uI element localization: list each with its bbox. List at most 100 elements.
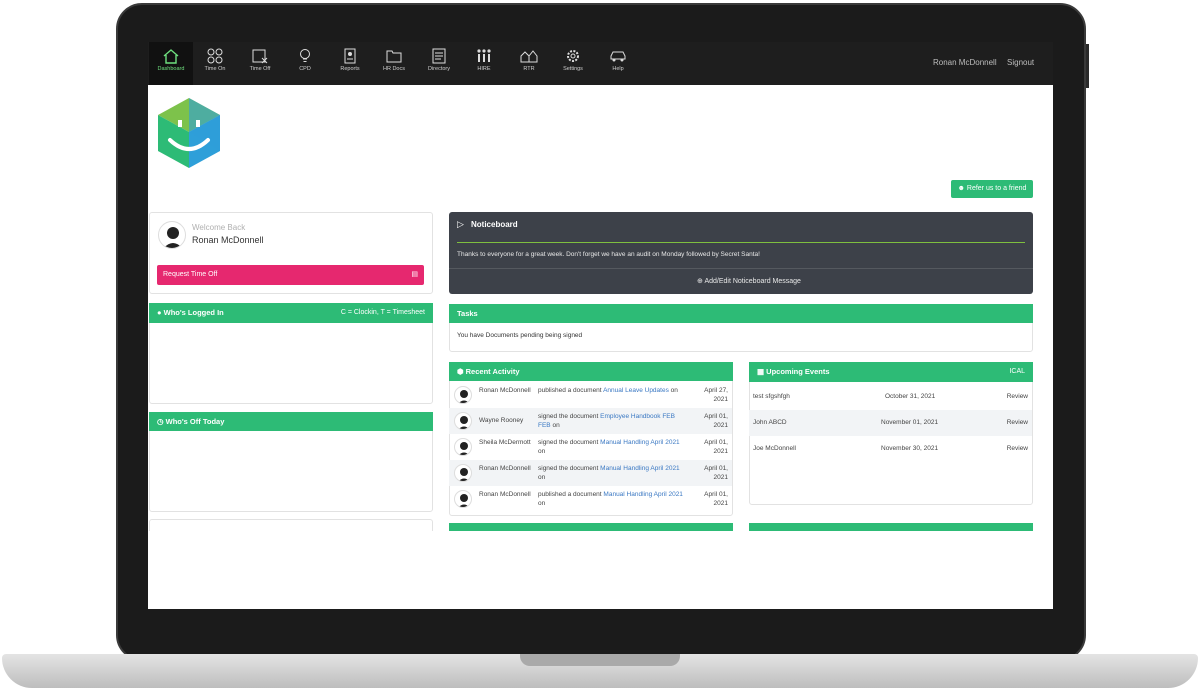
nav-cpd[interactable]: CPD <box>283 42 327 85</box>
event-date: November 01, 2021 <box>881 419 939 426</box>
nav-label: Dashboard <box>157 66 185 72</box>
event-review-link[interactable]: Review <box>1007 419 1028 426</box>
top-navigation: Dashboard Time On Time Off CPD Reports H… <box>148 42 1053 85</box>
activity-description: published a document Annual Leave Update… <box>538 386 688 395</box>
activity-date: April 01, 2021 <box>704 465 728 481</box>
activity-row: Ronan McDonnell published a document Ann… <box>449 382 732 408</box>
activity-document-link[interactable]: Manual Handling April 2021 <box>603 491 683 498</box>
activity-row: Sheila McDermott signed the document Man… <box>449 434 732 460</box>
nav-time-off[interactable]: Time Off <box>238 42 282 85</box>
event-row: John ABCD November 01, 2021 Review <box>749 410 1032 436</box>
nav-dashboard[interactable]: Dashboard <box>149 42 193 85</box>
user-name-link[interactable]: Ronan McDonnell <box>933 58 997 67</box>
off-today-header: ◷ Who's Off Today <box>149 412 433 431</box>
activity-row: Ronan McDonnell published a document Man… <box>449 486 732 512</box>
event-review-link[interactable]: Review <box>1007 445 1028 452</box>
activity-date: April 01, 2021 <box>704 439 728 455</box>
company-logo <box>158 98 220 168</box>
noticeboard-title: Noticeboard <box>471 220 518 229</box>
logged-in-legend: C = Clockin, T = Timesheet <box>340 309 425 316</box>
activity-row: Ronan McDonnell signed the document Manu… <box>449 460 732 486</box>
avatar <box>454 464 472 482</box>
activity-action: published a document <box>538 491 602 498</box>
nav-directory[interactable]: Directory <box>417 42 461 85</box>
event-date: November 30, 2021 <box>881 445 939 452</box>
calendar-off-icon <box>252 49 268 64</box>
activity-action: signed the document <box>538 439 599 446</box>
request-time-off-button[interactable]: Request Time Off ▤ <box>157 265 424 285</box>
activity-description: signed the document Employee Handbook FE… <box>538 412 688 430</box>
add-edit-notice-button[interactable]: ⊕ Add/Edit Noticeboard Message <box>697 277 801 285</box>
add-edit-notice-label: Add/Edit Noticeboard Message <box>704 278 801 285</box>
logged-in-header: ● Who's Logged In C = Clockin, T = Times… <box>149 303 433 323</box>
user-plus-icon: ☻ <box>957 185 967 192</box>
activity-user: Ronan McDonnell <box>479 465 531 472</box>
noticeboard-divider <box>457 242 1025 243</box>
directory-icon <box>432 48 446 64</box>
event-name: Joe McDonnell <box>753 445 796 452</box>
activity-date: April 01, 2021 <box>704 491 728 507</box>
people-grid-icon <box>477 49 491 62</box>
noticeboard-footer-divider <box>449 268 1033 269</box>
activity-document-link[interactable]: Manual Handling April 2021 <box>600 465 680 472</box>
event-review-link[interactable]: Review <box>1007 393 1028 400</box>
signout-link[interactable]: Signout <box>1007 58 1034 67</box>
nav-label: Help <box>612 66 624 72</box>
car-icon <box>610 51 626 62</box>
nav-hire[interactable]: HIRE <box>462 42 506 85</box>
activity-user: Sheila McDermott <box>479 439 531 446</box>
screen-bottom <box>148 531 1053 609</box>
avatar <box>454 412 472 430</box>
nav-label: RTR <box>523 66 535 72</box>
nav-label: Directory <box>427 66 450 72</box>
noticeboard-panel: ▷ Noticeboard Thanks to everyone for a g… <box>449 212 1033 294</box>
activity-description: signed the document Manual Handling Apri… <box>538 438 688 456</box>
activity-date: April 27, 2021 <box>704 387 728 403</box>
nav-help[interactable]: Help <box>596 42 640 85</box>
nav-rtr[interactable]: RTR <box>507 42 551 85</box>
activity-suffix: on <box>670 387 678 394</box>
event-row: Joe McDonnell November 30, 2021 Review <box>749 436 1032 462</box>
event-row: test sfgshfgh October 31, 2021 Review <box>749 384 1032 410</box>
nav-label: HR Docs <box>382 66 405 72</box>
lightbulb-icon <box>300 49 310 62</box>
activity-document-link[interactable]: Annual Leave Updates <box>603 387 669 394</box>
app-screen: Dashboard Time On Time Off CPD Reports H… <box>148 42 1053 609</box>
recent-activity-title: Recent Activity <box>465 367 520 376</box>
event-date: October 31, 2021 <box>885 393 936 400</box>
activity-action: published a document <box>538 387 602 394</box>
activity-description: published a document Manual Handling Apr… <box>538 490 688 508</box>
activity-suffix: on <box>538 448 546 455</box>
activity-document-link[interactable]: Manual Handling April 2021 <box>600 439 680 446</box>
nav-label: Settings <box>563 66 583 72</box>
activity-row: Wayne Rooney signed the document Employe… <box>449 408 732 434</box>
nav-label: HIRE <box>477 66 491 72</box>
event-name: test sfgshfgh <box>753 393 790 400</box>
nav-time-on[interactable]: Time On <box>193 42 237 85</box>
folder-icon <box>386 50 402 63</box>
upcoming-events-header: ▦ Upcoming Events ICAL <box>749 362 1033 382</box>
nav-reports[interactable]: Reports <box>328 42 372 85</box>
report-icon <box>344 48 356 64</box>
nav-label: Reports <box>340 66 360 72</box>
nav-settings[interactable]: Settings <box>551 42 595 85</box>
nav-label: CPD <box>299 66 311 72</box>
refer-friend-button[interactable]: ☻ Refer us to a friend <box>951 180 1033 198</box>
ical-link[interactable]: ICAL <box>1009 362 1025 381</box>
upcoming-events-title: Upcoming Events <box>766 367 830 376</box>
activity-suffix: on <box>538 474 546 481</box>
activity-action: signed the document <box>538 465 599 472</box>
tasks-message[interactable]: You have Documents pending being signed <box>457 332 582 339</box>
recent-activity-header: ⬢ Recent Activity <box>449 362 733 381</box>
lower-panel-header <box>449 523 733 531</box>
nav-hr-docs[interactable]: HR Docs <box>372 42 416 85</box>
activity-suffix: on <box>538 500 546 507</box>
welcome-greeting: Welcome Back <box>192 223 246 232</box>
laptop-notch <box>520 654 680 666</box>
cube-icon: ⬢ <box>457 367 466 376</box>
clock-grid-icon <box>207 48 223 64</box>
event-name: John ABCD <box>753 419 787 426</box>
user-icon: ● <box>157 308 164 317</box>
tasks-title: Tasks <box>457 309 478 318</box>
activity-user: Ronan McDonnell <box>479 387 531 394</box>
